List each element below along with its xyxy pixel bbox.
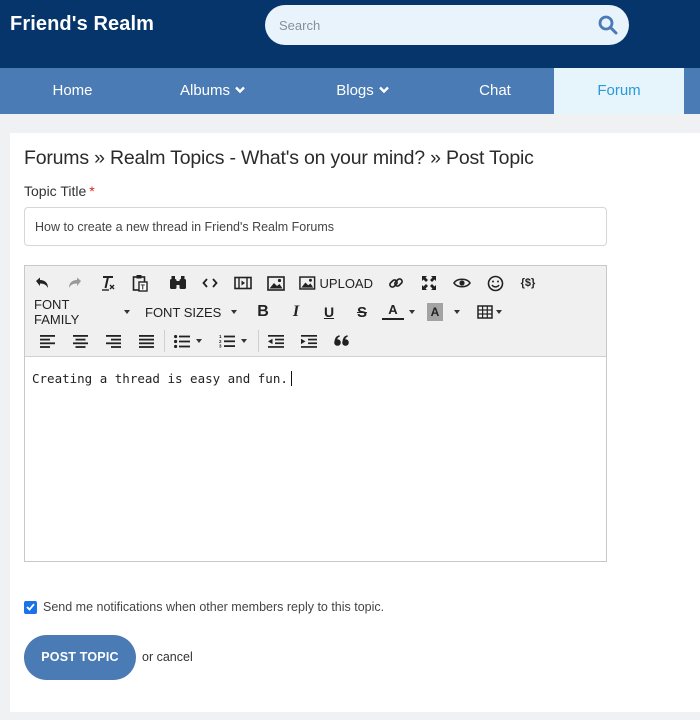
- dropdown-arrow-icon: [124, 310, 130, 314]
- nav-home[interactable]: Home: [0, 68, 145, 114]
- font-sizes-label: FONT SIZES: [145, 304, 222, 320]
- find-replace-icon[interactable]: [167, 272, 189, 294]
- bullet-list-icon: [174, 334, 190, 348]
- strikethrough-button[interactable]: S: [351, 301, 373, 323]
- align-center-icon[interactable]: [69, 330, 91, 352]
- background-color-dropdown[interactable]: [451, 301, 463, 323]
- nav-blogs-label: Blogs: [336, 82, 374, 99]
- cancel-link[interactable]: cancel: [157, 650, 193, 664]
- align-left-icon[interactable]: [36, 330, 58, 352]
- indent-icon[interactable]: [298, 330, 320, 352]
- search-icon[interactable]: [597, 14, 619, 36]
- upload-image-icon: [299, 276, 316, 290]
- dropdown-arrow-icon: [241, 339, 247, 343]
- nav-chat[interactable]: Chat: [430, 68, 560, 114]
- chevron-down-icon: [235, 86, 245, 94]
- post-topic-button[interactable]: POST TOPIC: [24, 635, 136, 680]
- bold-button[interactable]: B: [252, 301, 274, 323]
- upload-button[interactable]: UPLOAD: [299, 272, 373, 294]
- topic-title-input[interactable]: [24, 207, 607, 246]
- dropdown-arrow-icon: [495, 310, 502, 314]
- svg-text:3: 3: [219, 344, 222, 348]
- notify-label: Send me notifications when other members…: [43, 600, 385, 614]
- nav-albums-label: Albums: [179, 82, 231, 99]
- topic-title-label-text: Topic Title: [24, 183, 87, 199]
- checkmark-icon: [26, 603, 35, 611]
- cancel-row: or cancel: [142, 650, 193, 664]
- link-icon[interactable]: [385, 272, 407, 294]
- text-caret: [290, 371, 292, 386]
- media-icon[interactable]: [232, 272, 254, 294]
- background-color-button[interactable]: A: [427, 303, 443, 321]
- rich-text-editor: T UPLOAD {$} FONT FAMILY FONT SIZES B I …: [24, 265, 607, 562]
- nav-forum[interactable]: Forum: [554, 68, 684, 114]
- fullscreen-icon[interactable]: [418, 272, 440, 294]
- font-sizes-dropdown[interactable]: FONT SIZES: [145, 301, 241, 323]
- search-input[interactable]: [279, 5, 579, 45]
- search-box: [265, 5, 629, 45]
- editor-toolbar: T UPLOAD {$} FONT FAMILY FONT SIZES B I …: [25, 266, 606, 357]
- nav-edge: [684, 68, 700, 114]
- align-justify-icon[interactable]: [135, 330, 157, 352]
- notify-option: Send me notifications when other members…: [24, 600, 384, 614]
- undo-icon[interactable]: [31, 272, 53, 294]
- editor-text: Creating a thread is easy and fun.: [32, 371, 288, 386]
- table-button[interactable]: [474, 301, 504, 323]
- outdent-icon[interactable]: [265, 330, 287, 352]
- numbered-list-icon: 123: [219, 334, 235, 348]
- bullet-list-button[interactable]: [170, 330, 206, 352]
- text-color-button[interactable]: A: [382, 301, 404, 320]
- blockquote-icon[interactable]: [331, 330, 353, 352]
- numbered-list-button[interactable]: 123: [215, 330, 251, 352]
- upload-label: UPLOAD: [319, 275, 373, 291]
- redo-icon[interactable]: [64, 272, 86, 294]
- chevron-down-icon: [378, 86, 389, 94]
- required-mark: *: [89, 183, 95, 199]
- main-nav: Home Albums Blogs Chat Forum: [0, 68, 700, 114]
- site-header: Friend's Realm: [0, 0, 700, 68]
- notify-checkbox[interactable]: [24, 600, 37, 614]
- nav-albums[interactable]: Albums: [145, 68, 280, 114]
- site-brand[interactable]: Friend's Realm: [10, 13, 154, 36]
- paste-text-icon[interactable]: T: [129, 272, 151, 294]
- dropdown-arrow-icon: [231, 310, 238, 314]
- code-icon[interactable]: [199, 272, 221, 294]
- nav-forum-label: Forum: [597, 82, 641, 99]
- or-text: or: [142, 650, 154, 664]
- dropdown-arrow-icon: [196, 339, 202, 343]
- preview-icon[interactable]: [451, 272, 473, 294]
- breadcrumb: Forums » Realm Topics - What's on your m…: [24, 147, 534, 169]
- align-right-icon[interactable]: [102, 330, 124, 352]
- dropdown-arrow-icon: [454, 310, 460, 314]
- nav-chat-label: Chat: [479, 82, 511, 99]
- text-color-dropdown[interactable]: [406, 301, 418, 323]
- italic-button[interactable]: I: [285, 301, 307, 323]
- font-family-dropdown[interactable]: FONT FAMILY: [34, 297, 130, 327]
- image-icon[interactable]: [265, 272, 287, 294]
- font-family-label: FONT FAMILY: [34, 297, 80, 327]
- clear-format-icon[interactable]: [97, 272, 119, 294]
- nav-home-label: Home: [52, 82, 93, 99]
- table-icon: [476, 305, 493, 319]
- editor-content-area[interactable]: Creating a thread is easy and fun.: [25, 358, 606, 561]
- underline-button[interactable]: U: [318, 301, 340, 323]
- emoji-icon[interactable]: [484, 272, 506, 294]
- svg-text:T: T: [141, 285, 146, 292]
- dropdown-arrow-icon: [409, 310, 415, 314]
- template-placeholder-icon[interactable]: {$}: [515, 272, 541, 294]
- nav-blogs[interactable]: Blogs: [295, 68, 430, 114]
- toolbar-separator: [164, 330, 165, 352]
- toolbar-separator: [258, 330, 259, 352]
- topic-title-label: Topic Title *: [24, 183, 95, 199]
